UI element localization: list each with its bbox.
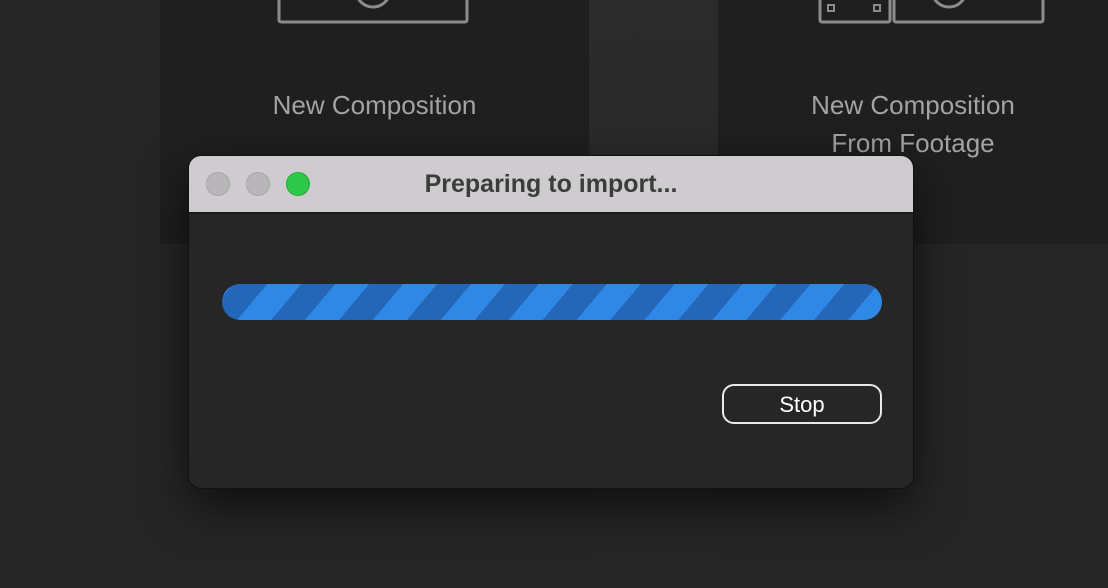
dialog-titlebar[interactable]: Preparing to import... <box>189 156 913 214</box>
new-composition-from-footage-label: New Composition From Footage <box>718 86 1108 162</box>
app-window: New Composition New Composition From Foo… <box>0 0 1108 588</box>
footage-label-line-1: New Composition <box>811 90 1015 120</box>
progress-stripes <box>222 284 882 320</box>
footage-composition-icon <box>818 0 1045 24</box>
new-composition-label: New Composition <box>272 90 477 120</box>
dialog-title: Preparing to import... <box>424 170 678 198</box>
import-progress-bar <box>222 284 882 320</box>
import-progress-dialog: Preparing to import... Stop <box>189 156 913 488</box>
stop-button[interactable]: Stop <box>722 384 882 424</box>
composition-icon <box>277 0 469 24</box>
